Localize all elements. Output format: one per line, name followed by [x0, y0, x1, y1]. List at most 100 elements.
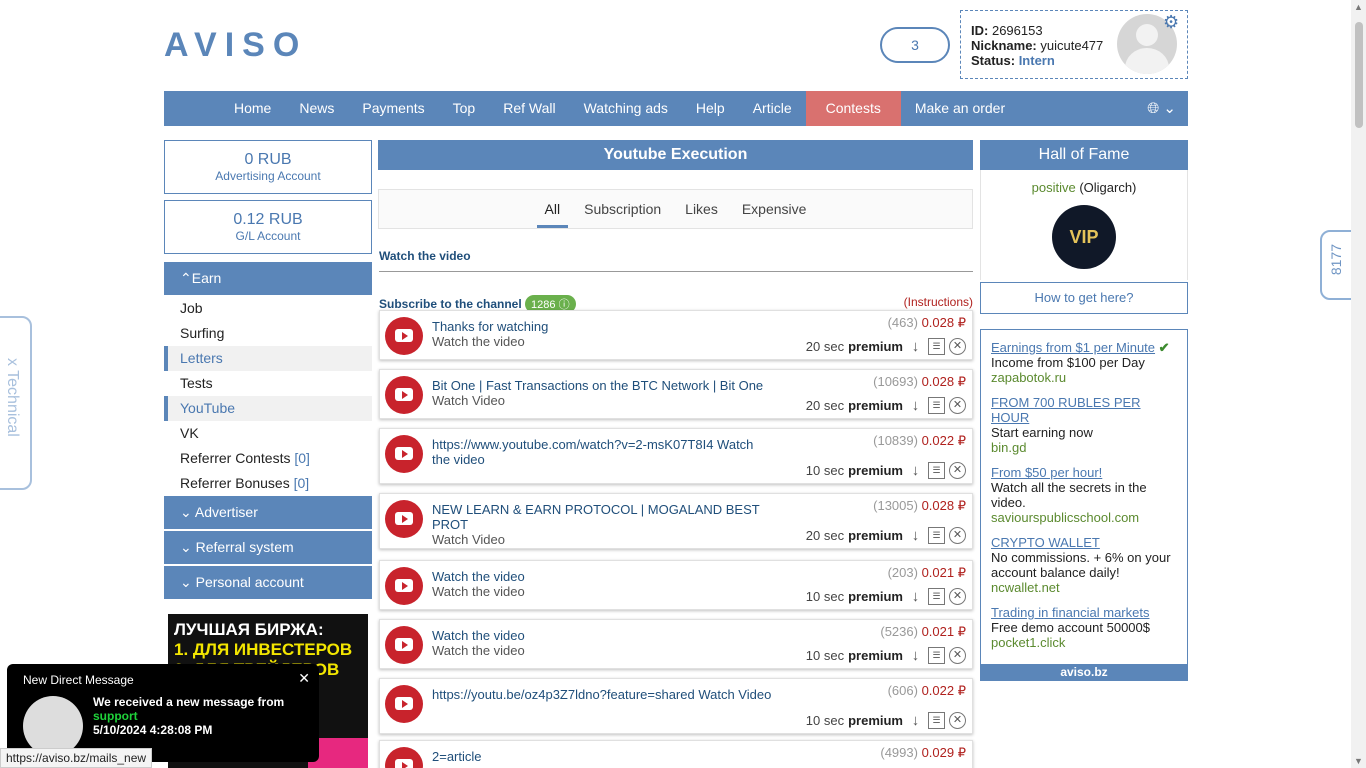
nav-make-order[interactable]: Make an order	[901, 91, 1019, 126]
task-title[interactable]: https://www.youtube.com/watch?v=2-msK07T…	[432, 437, 772, 467]
task-row[interactable]: Watch the video Watch the video (203) 0.02…	[379, 560, 973, 610]
sidebar-item-tests[interactable]: Tests	[164, 371, 372, 396]
hide-icon[interactable]: ✕	[949, 462, 966, 479]
task-row[interactable]: Bit One | Fast Transactions on the BTC N…	[379, 369, 973, 419]
sidebar-earn[interactable]: ⌃Earn	[164, 262, 372, 295]
tab-all[interactable]: All	[536, 190, 569, 228]
arrow-down-icon[interactable]: ↓	[907, 397, 924, 414]
task-title-text: https://www.youtube.com/watch?v=2-msK07T…	[432, 437, 754, 467]
hof-user[interactable]: positive	[1032, 180, 1076, 195]
tab-expensive[interactable]: Expensive	[734, 190, 815, 228]
nav-help[interactable]: Help	[682, 91, 739, 126]
gear-icon[interactable]: ⚙	[1163, 12, 1179, 33]
sidebar-personal[interactable]: ⌄ Personal account	[164, 566, 372, 599]
task-title[interactable]: Bit One | Fast Transactions on the BTC N…	[432, 378, 772, 408]
gl-account[interactable]: 0.12 RUB G/L Account	[164, 200, 372, 254]
instructions-link[interactable]: (Instructions)	[904, 295, 973, 309]
account-amount: 0.12 RUB	[233, 211, 303, 228]
sidebar-item-youtube[interactable]: YouTube	[164, 396, 372, 421]
ad-title[interactable]: FROM 700 RUBLES PER HOUR	[991, 395, 1177, 425]
online-count-tab[interactable]: 8177	[1320, 230, 1354, 300]
scroll-thumb[interactable]	[1355, 22, 1363, 128]
task-row[interactable]: https://www.youtube.com/watch?v=2-msK07T…	[379, 428, 973, 484]
ad-title[interactable]: From $50 per hour!	[991, 465, 1177, 480]
nav-watching-ads[interactable]: Watching ads	[570, 91, 682, 126]
how-to-get-here-button[interactable]: How to get here?	[980, 282, 1188, 314]
nav-ref-wall[interactable]: Ref Wall	[489, 91, 569, 126]
task-row[interactable]: https://youtu.be/oz4p3Z7ldno?feature=sha…	[379, 678, 973, 734]
arrow-down-icon[interactable]: ↓	[907, 647, 924, 664]
arrow-down-icon[interactable]: ↓	[907, 338, 924, 355]
nav-news[interactable]: News	[285, 91, 348, 126]
close-icon[interactable]: ✕	[298, 670, 310, 687]
task-row[interactable]: Thanks for watching Watch the video (463) …	[379, 310, 973, 360]
chevron-up-icon: ⌃	[180, 270, 192, 286]
watch-video-link[interactable]: Watch the video	[379, 249, 471, 263]
ad-title[interactable]: Earnings from $1 per Minute	[991, 340, 1155, 355]
sidebar-item-letters[interactable]: Letters	[164, 346, 372, 371]
technical-tab[interactable]: x Technical	[0, 316, 32, 490]
sidebar-referral[interactable]: ⌄ Referral system	[164, 531, 372, 564]
ad-title[interactable]: Trading in financial markets	[991, 605, 1177, 620]
sidebar-advertiser[interactable]: ⌄ Advertiser	[164, 496, 372, 529]
sidebar-item-referrer-contests[interactable]: Referrer Contests [0]	[164, 446, 372, 471]
text-ad[interactable]: CRYPTO WALLET No commissions. + 6% on yo…	[991, 535, 1177, 595]
hide-icon[interactable]: ✕	[949, 647, 966, 664]
text-ad[interactable]: Trading in financial markets Free demo a…	[991, 605, 1177, 650]
notes-icon[interactable]: ☰	[928, 527, 945, 544]
sidebar-item-surfing[interactable]: Surfing	[164, 321, 372, 346]
hide-icon[interactable]: ✕	[949, 338, 966, 355]
notes-icon[interactable]: ☰	[928, 338, 945, 355]
task-title[interactable]: NEW LEARN & EARN PROTOCOL | MOGALAND BES…	[432, 502, 772, 547]
nav-contests[interactable]: Contests	[805, 91, 901, 126]
ad-title[interactable]: CRYPTO WALLET	[991, 535, 1177, 550]
task-title[interactable]: https://youtu.be/oz4p3Z7ldno?feature=sha…	[432, 687, 772, 702]
advertising-account[interactable]: 0 RUB Advertising Account	[164, 140, 372, 194]
tab-subscription[interactable]: Subscription	[576, 190, 669, 228]
task-row[interactable]: Watch the video Watch the video (5236) 0.0…	[379, 619, 973, 669]
text-ad[interactable]: FROM 700 RUBLES PER HOUR Start earning n…	[991, 395, 1177, 455]
task-title[interactable]: 2=article	[432, 749, 772, 764]
nav-article[interactable]: Article	[739, 91, 806, 126]
hide-icon[interactable]: ✕	[949, 712, 966, 729]
sidebar-item-vk[interactable]: VK	[164, 421, 372, 446]
task-row[interactable]: 2=article (4993) 0.029 ₽	[379, 740, 973, 768]
sidebar-item-job[interactable]: Job	[164, 296, 372, 321]
scroll-up-icon[interactable]: ▲	[1354, 2, 1363, 12]
scrollbar[interactable]: ▲ ▼	[1351, 0, 1366, 768]
arrow-down-icon[interactable]: ↓	[907, 588, 924, 605]
globe-icon[interactable]: 🌐︎ ⌄	[1147, 91, 1176, 126]
arrow-down-icon[interactable]: ↓	[907, 462, 924, 479]
subscribe-link[interactable]: Subscribe to the channel	[379, 297, 522, 311]
ads-footer[interactable]: aviso.bz	[981, 664, 1187, 680]
task-title[interactable]: Thanks for watching Watch the video	[432, 319, 772, 349]
arrow-down-icon[interactable]: ↓	[907, 712, 924, 729]
arrow-down-icon[interactable]: ↓	[907, 527, 924, 544]
notes-icon[interactable]: ☰	[928, 647, 945, 664]
tab-likes[interactable]: Likes	[677, 190, 726, 228]
sidebar-item-referrer-bonuses[interactable]: Referrer Bonuses [0]	[164, 471, 372, 496]
hide-icon[interactable]: ✕	[949, 588, 966, 605]
technical-tab-label: x Technical	[4, 358, 21, 437]
chevron-down-icon: ⌄	[180, 504, 192, 520]
text-ad[interactable]: From $50 per hour! Watch all the secrets…	[991, 465, 1177, 525]
nav-payments[interactable]: Payments	[348, 91, 438, 126]
notification-sender[interactable]: support	[93, 709, 284, 723]
notes-icon[interactable]: ☰	[928, 397, 945, 414]
task-title[interactable]: Watch the video Watch the video	[432, 569, 772, 599]
notes-icon[interactable]: ☰	[928, 712, 945, 729]
nav-home[interactable]: Home	[220, 91, 285, 126]
hide-icon[interactable]: ✕	[949, 397, 966, 414]
online-count: 8177	[1328, 244, 1344, 276]
site-logo[interactable]: AVISO	[164, 26, 307, 65]
user-status[interactable]: Intern	[1019, 53, 1055, 68]
text-ad[interactable]: Earnings from $1 per Minute ✔ Income fro…	[991, 340, 1177, 385]
notes-icon[interactable]: ☰	[928, 588, 945, 605]
task-row[interactable]: NEW LEARN & EARN PROTOCOL | MOGALAND BES…	[379, 493, 973, 549]
hide-icon[interactable]: ✕	[949, 527, 966, 544]
nav-top[interactable]: Top	[439, 91, 490, 126]
notes-icon[interactable]: ☰	[928, 462, 945, 479]
scroll-down-icon[interactable]: ▼	[1354, 756, 1363, 766]
task-title[interactable]: Watch the video Watch the video	[432, 628, 772, 658]
messages-button[interactable]: 3	[880, 27, 950, 63]
